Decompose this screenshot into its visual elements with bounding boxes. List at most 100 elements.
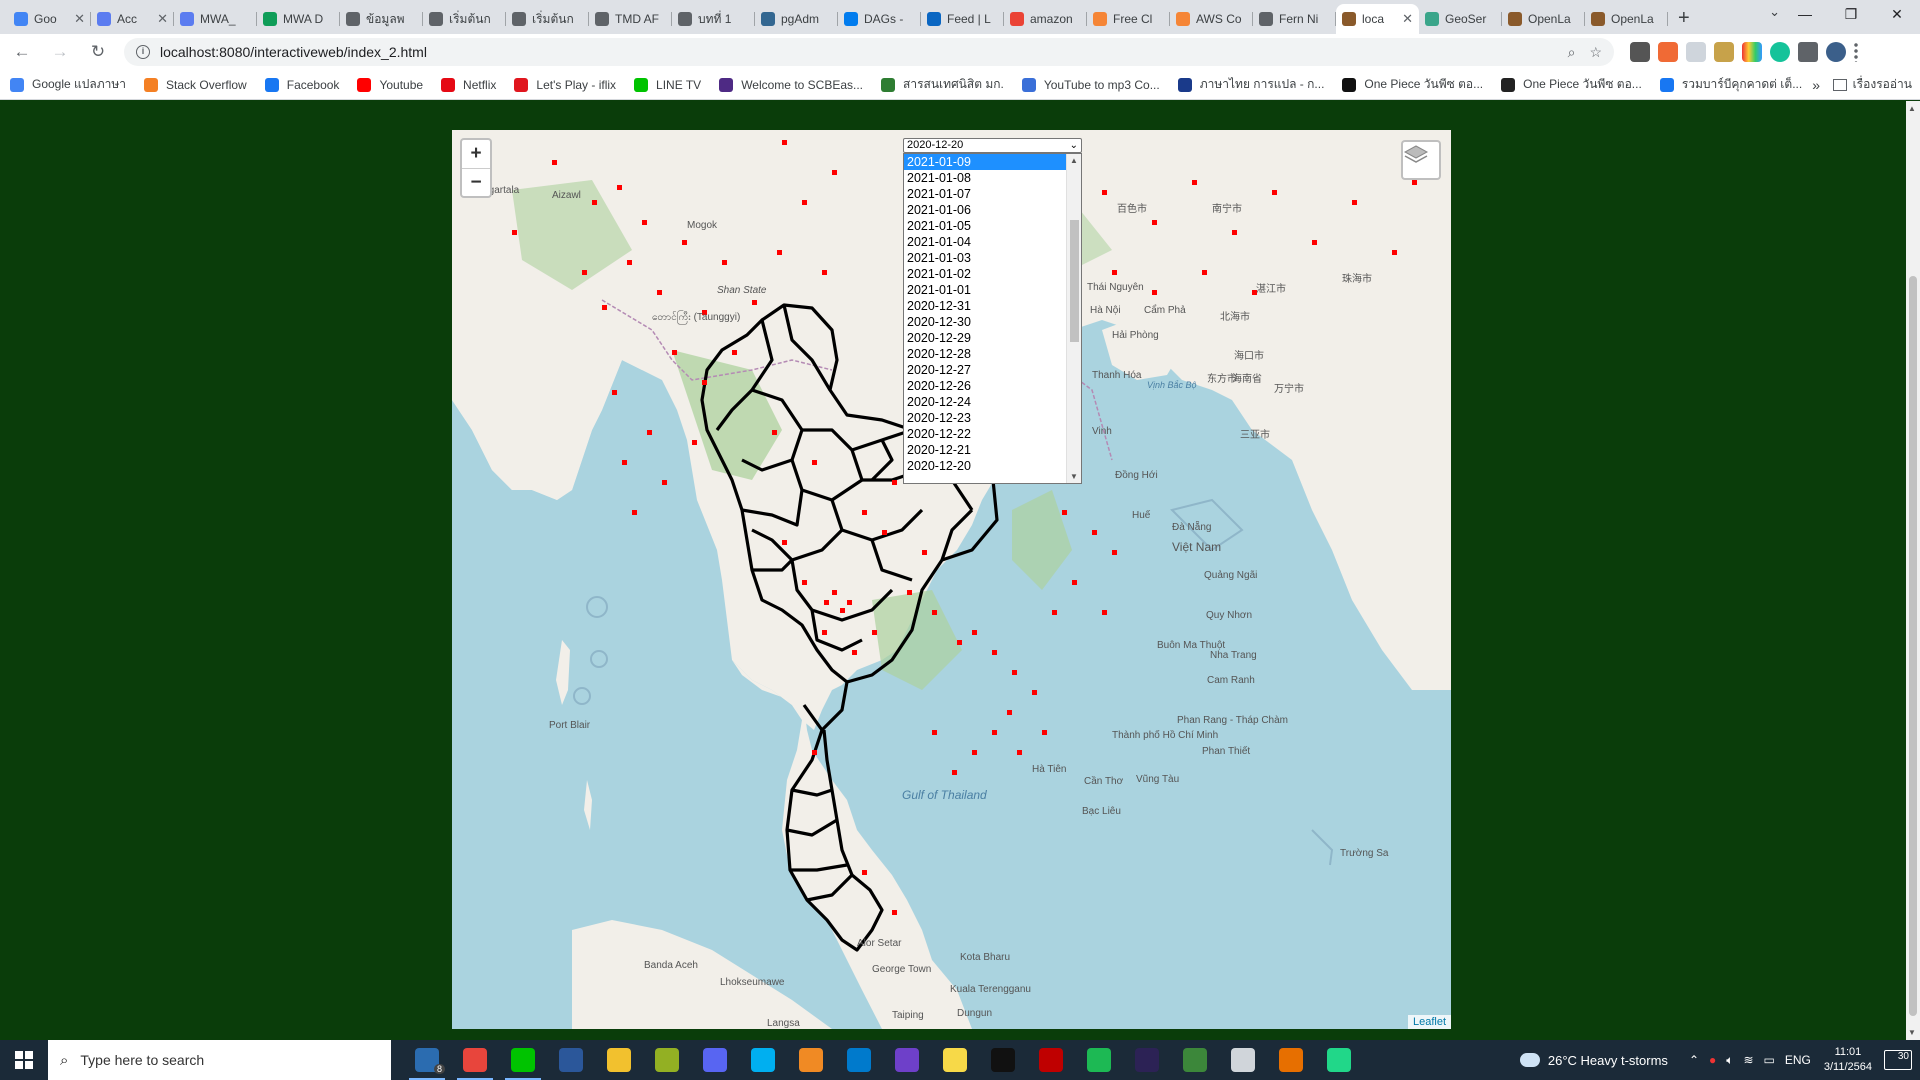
site-info-icon[interactable]: i xyxy=(136,45,150,59)
close-tab-icon[interactable]: ✕ xyxy=(74,11,85,27)
leaflet-attribution-link[interactable]: Leaflet xyxy=(1407,1015,1451,1029)
date-list-scrollbar[interactable]: ▲ ▼ xyxy=(1066,154,1081,483)
restore-button[interactable]: ❐ xyxy=(1828,0,1874,28)
date-option[interactable]: 2021-01-04 xyxy=(904,234,1067,250)
browser-tab[interactable]: เริ่มต้นก xyxy=(506,4,589,34)
page-scrollbar[interactable]: ▲ ▼ xyxy=(1906,101,1920,1040)
browser-tab[interactable]: OpenLa xyxy=(1585,4,1668,34)
bookmark-item[interactable]: YouTube to mp3 Co... xyxy=(1021,77,1160,92)
minimize-button[interactable]: — xyxy=(1782,0,1828,28)
extension-icon-2[interactable] xyxy=(1658,42,1678,62)
date-option[interactable]: 2020-12-30 xyxy=(904,314,1067,330)
notification-center-button[interactable]: 30 xyxy=(1884,1050,1912,1070)
bookmark-item[interactable]: รวมบาร์บีคุกคาดต่ เต็... xyxy=(1659,75,1802,94)
browser-tab[interactable]: OpenLa xyxy=(1502,4,1585,34)
scroll-down-arrow-icon[interactable]: ▼ xyxy=(1070,472,1078,481)
date-option[interactable]: 2020-12-29 xyxy=(904,330,1067,346)
extension-icon-3[interactable] xyxy=(1686,42,1706,62)
taskbar-app-button[interactable] xyxy=(499,1040,547,1080)
taskbar-app-button[interactable] xyxy=(1315,1040,1363,1080)
date-option[interactable]: 2020-12-24 xyxy=(904,394,1067,410)
date-option[interactable]: 2020-12-23 xyxy=(904,410,1067,426)
bookmark-item[interactable]: Facebook xyxy=(264,77,339,92)
menu-kebab-icon[interactable] xyxy=(1854,42,1858,62)
taskbar-app-button[interactable] xyxy=(979,1040,1027,1080)
date-option[interactable]: 2020-12-26 xyxy=(904,378,1067,394)
page-scroll-thumb[interactable] xyxy=(1909,276,1917,1016)
browser-tab[interactable]: Free Cl xyxy=(1087,4,1170,34)
address-bar[interactable]: i localhost:8080/interactiveweb/index_2.… xyxy=(124,38,1614,66)
browser-tab[interactable]: amazon xyxy=(1004,4,1087,34)
back-button[interactable]: ← xyxy=(6,36,38,68)
date-option[interactable]: 2021-01-05 xyxy=(904,218,1067,234)
leaflet-map[interactable]: Aizawl Agartala Mogok Shan State တောင်ကြ… xyxy=(452,130,1451,1029)
browser-tab[interactable]: DAGs - xyxy=(838,4,921,34)
zoom-out-button[interactable]: − xyxy=(462,168,490,196)
battery-icon[interactable]: ▭ xyxy=(1764,1053,1775,1067)
taskbar-app-button[interactable] xyxy=(1171,1040,1219,1080)
profile-avatar[interactable] xyxy=(1826,42,1846,62)
scroll-down-arrow-icon[interactable]: ▼ xyxy=(1908,1028,1916,1037)
bookmark-item[interactable]: Let's Play - iflix xyxy=(514,77,616,92)
date-option[interactable]: 2020-12-28 xyxy=(904,346,1067,362)
browser-tab[interactable]: GeoSer xyxy=(1419,4,1502,34)
taskbar-clock[interactable]: 11:01 3/11/2564 xyxy=(1824,1045,1872,1075)
browser-tab[interactable]: MWA_ xyxy=(174,4,257,34)
taskbar-app-button[interactable]: 8 xyxy=(403,1040,451,1080)
bookmark-item[interactable]: ภาษาไทย การแปล - ก... xyxy=(1177,75,1324,94)
chevron-up-icon[interactable]: ⌃ xyxy=(1689,1053,1699,1067)
close-window-button[interactable]: ✕ xyxy=(1874,0,1920,28)
bookmark-item[interactable]: Google แปลภาษา xyxy=(10,75,126,94)
browser-tab[interactable]: TMD AF xyxy=(589,4,672,34)
close-tab-icon[interactable]: ✕ xyxy=(1402,11,1413,27)
scroll-up-arrow-icon[interactable]: ▲ xyxy=(1908,104,1916,113)
new-tab-button[interactable]: + xyxy=(1668,4,1700,34)
bookmark-item[interactable]: สารสนเทศนิสิต มก. xyxy=(881,75,1004,94)
date-option[interactable]: 2021-01-06 xyxy=(904,202,1067,218)
date-option[interactable]: 2021-01-07 xyxy=(904,186,1067,202)
weather-widget[interactable]: 26°C Heavy t-storms xyxy=(1519,1053,1668,1068)
taskbar-app-button[interactable] xyxy=(595,1040,643,1080)
bookmark-item[interactable]: Stack Overflow xyxy=(144,77,247,92)
date-select-box[interactable]: 2020-12-20 ⌄ xyxy=(903,138,1082,153)
taskbar-app-button[interactable] xyxy=(1027,1040,1075,1080)
taskbar-search-box[interactable]: ⌕ Type here to search xyxy=(48,1040,391,1080)
reading-list-button[interactable]: เรื่องรออ่าน xyxy=(1832,75,1912,94)
browser-tab[interactable]: Goo ✕ xyxy=(8,4,91,34)
bookmark-item[interactable]: Netflix xyxy=(441,77,496,92)
tab-search-icon[interactable]: ⌄ xyxy=(1769,4,1780,20)
date-list-scroll-thumb[interactable] xyxy=(1070,220,1079,342)
taskbar-app-button[interactable] xyxy=(451,1040,499,1080)
bookmark-item[interactable]: LINE TV xyxy=(634,77,701,92)
date-option[interactable]: 2021-01-08 xyxy=(904,170,1067,186)
browser-tab[interactable]: ข้อมูลพ xyxy=(340,4,423,34)
date-option[interactable]: 2021-01-03 xyxy=(904,250,1067,266)
taskbar-app-button[interactable] xyxy=(643,1040,691,1080)
date-option[interactable]: 2020-12-20 xyxy=(904,458,1067,474)
date-option[interactable]: 2020-12-31 xyxy=(904,298,1067,314)
date-options-list[interactable]: 2021-01-09 2021-01-08 2021-01-07 2021-01-06… xyxy=(903,153,1082,484)
layers-control-button[interactable] xyxy=(1401,140,1441,180)
browser-tab[interactable]: Fern Ni xyxy=(1253,4,1336,34)
date-option[interactable]: 2020-12-27 xyxy=(904,362,1067,378)
scroll-up-arrow-icon[interactable]: ▲ xyxy=(1070,156,1078,165)
zoom-icon[interactable]: ⌕ xyxy=(1568,44,1576,61)
taskbar-app-button[interactable] xyxy=(1219,1040,1267,1080)
extension-icon-4[interactable] xyxy=(1714,42,1734,62)
close-tab-icon[interactable]: ✕ xyxy=(157,11,168,27)
extension-icon-5[interactable] xyxy=(1742,42,1762,62)
date-select[interactable]: 2020-12-20 ⌄ 2021-01-09 2021-01-08 2021-01… xyxy=(903,138,1082,484)
language-indicator[interactable]: ENG xyxy=(1785,1053,1811,1067)
bookmarks-overflow-button[interactable]: » xyxy=(1812,77,1820,93)
taskbar-app-button[interactable] xyxy=(787,1040,835,1080)
forward-button[interactable]: → xyxy=(44,36,76,68)
zoom-in-button[interactable]: + xyxy=(462,140,490,168)
start-button[interactable] xyxy=(0,1040,48,1080)
taskbar-app-button[interactable] xyxy=(691,1040,739,1080)
taskbar-app-button[interactable] xyxy=(931,1040,979,1080)
puzzle-extensions-icon[interactable] xyxy=(1798,42,1818,62)
taskbar-app-button[interactable] xyxy=(547,1040,595,1080)
bookmark-item[interactable]: One Piece วันพีซ ตอ... xyxy=(1501,75,1642,94)
bookmark-item[interactable]: One Piece วันพีซ ตอ... xyxy=(1342,75,1483,94)
browser-tab[interactable]: Feed | L xyxy=(921,4,1004,34)
